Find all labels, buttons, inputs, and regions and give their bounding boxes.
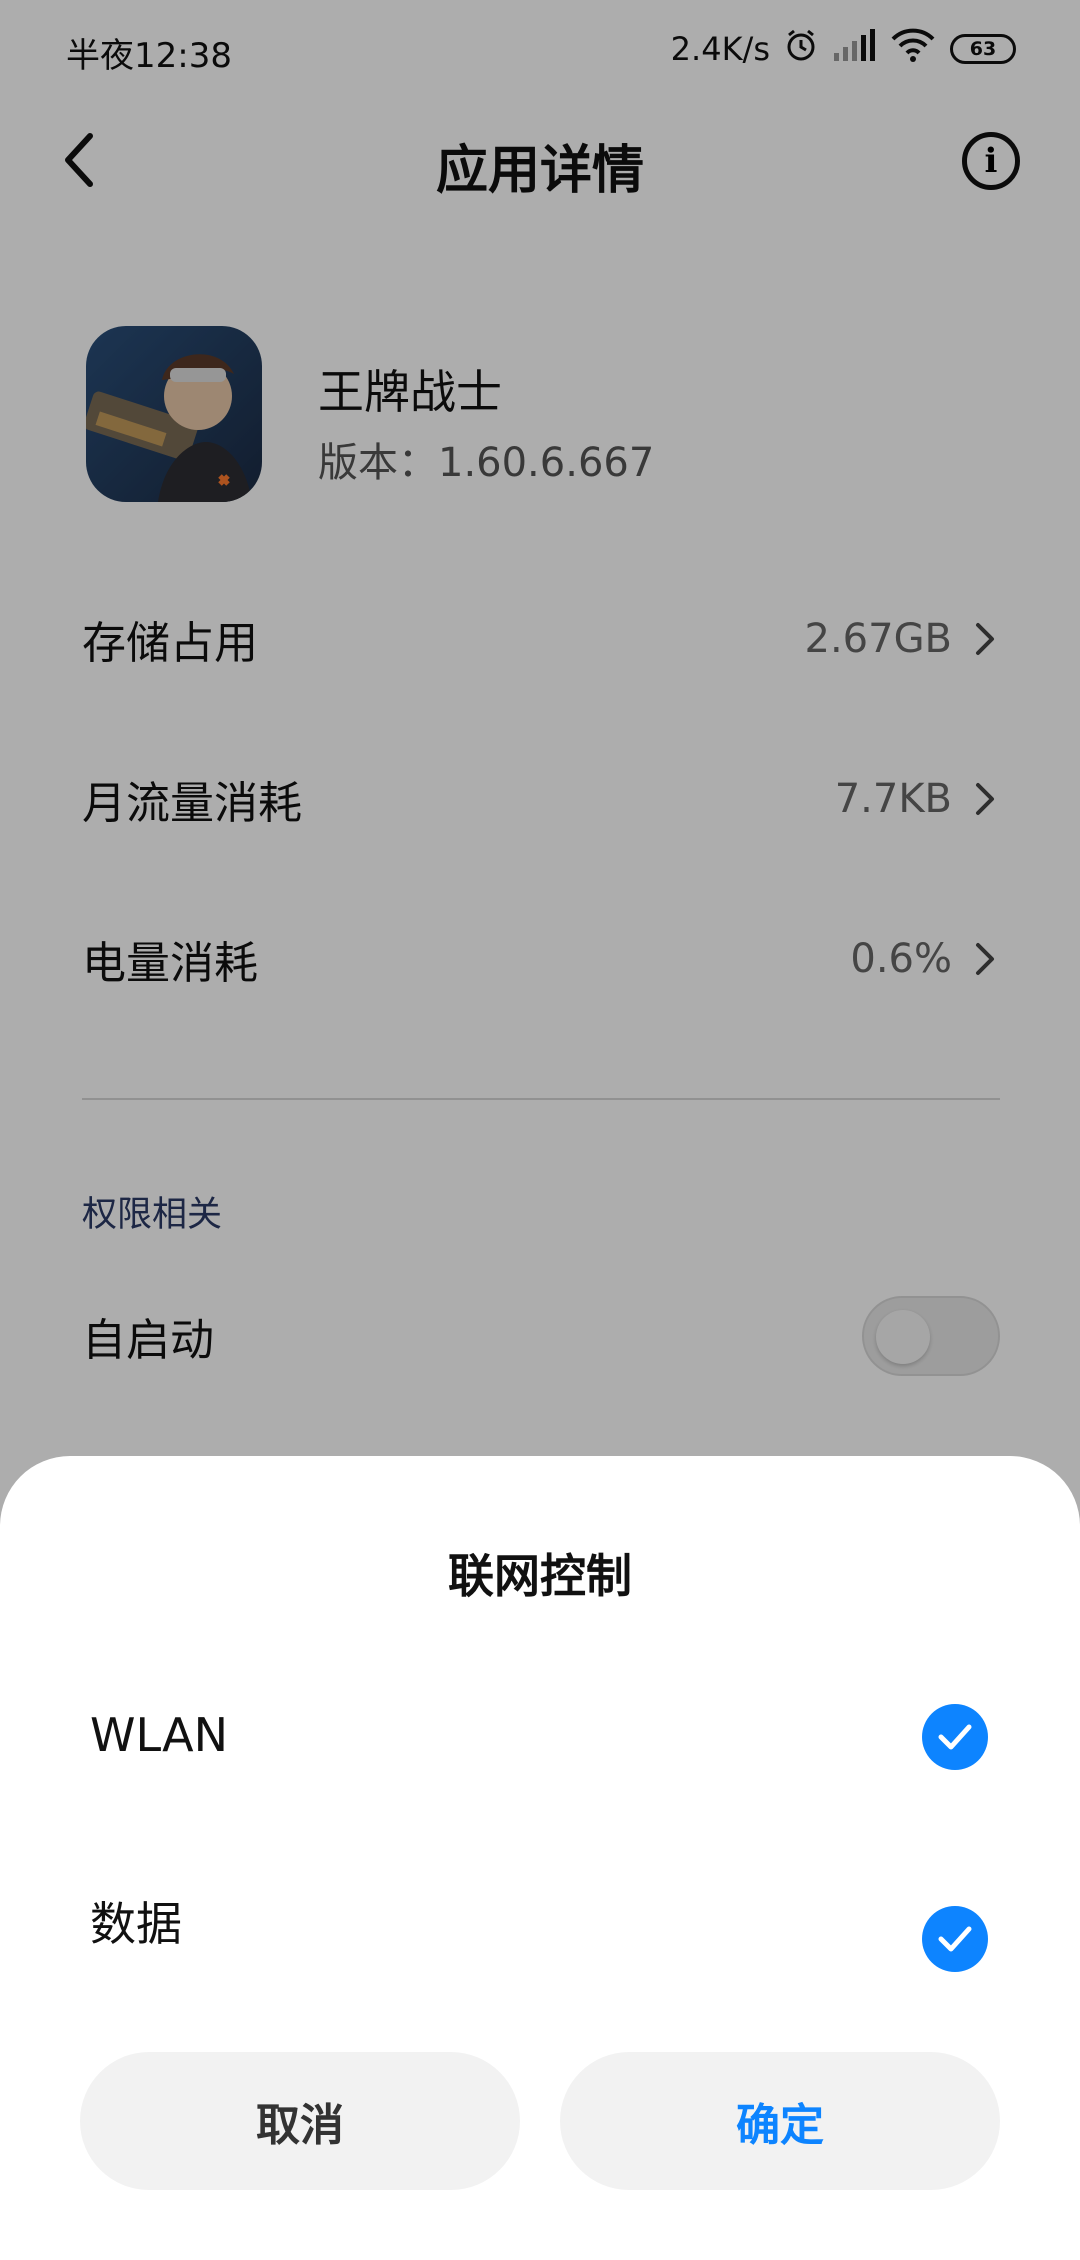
sheet-title: 联网控制: [448, 1549, 632, 1603]
wlan-option-label[interactable]: WLAN: [90, 1708, 228, 1762]
checkmark-icon: [938, 1926, 972, 1952]
mobile-data-checkbox[interactable]: [922, 1906, 988, 1972]
confirm-button[interactable]: 确定: [560, 2052, 1000, 2190]
checkmark-icon: [938, 1724, 972, 1750]
cancel-button[interactable]: 取消: [80, 2052, 520, 2190]
wlan-checkbox[interactable]: [922, 1704, 988, 1770]
mobile-data-option-label[interactable]: 数据: [90, 1888, 182, 1954]
